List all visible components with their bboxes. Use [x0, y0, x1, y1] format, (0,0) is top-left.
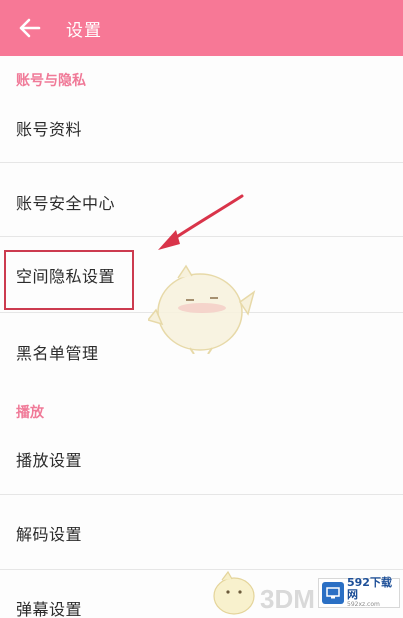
settings-item-label: 账号安全中心	[16, 194, 116, 213]
settings-item-label: 账号资料	[16, 120, 83, 139]
site-badge-text: 592下载网 592xz.com	[347, 577, 399, 609]
app-bar: 设置	[0, 0, 403, 56]
divider	[0, 494, 403, 495]
settings-item-label: 播放设置	[16, 451, 83, 470]
section-header-account-privacy: 账号与隐私	[16, 73, 86, 89]
site-logo-icon	[322, 582, 344, 604]
arrow-left-icon	[19, 18, 41, 38]
settings-item-account-profile[interactable]: 账号资料	[0, 103, 403, 153]
settings-item-label: 黑名单管理	[16, 344, 99, 363]
page-title: 设置	[66, 20, 102, 41]
site-badge-sub: 592xz.com	[347, 601, 380, 608]
highlight-box	[4, 250, 134, 310]
mascot-watermark-icon	[148, 264, 256, 354]
settings-item-label: 解码设置	[16, 525, 83, 544]
divider	[0, 569, 403, 570]
divider	[0, 162, 403, 163]
site-watermark-3dm: 3DM	[260, 584, 315, 614]
site-badge-main: 592下载网	[347, 576, 392, 601]
settings-item-decoding[interactable]: 解码设置	[0, 508, 403, 558]
site-watermark-592: 592下载网 592xz.com	[318, 577, 400, 609]
monitor-icon	[326, 587, 340, 599]
section-header-playback: 播放	[16, 405, 44, 421]
back-button[interactable]	[0, 0, 60, 56]
mascot-small-watermark-icon	[213, 570, 255, 615]
settings-item-label: 弹幕设置	[16, 600, 83, 618]
pointer-arrow-icon	[158, 194, 244, 250]
settings-item-playback[interactable]: 播放设置	[0, 434, 403, 484]
settings-screen: 设置 账号与隐私 账号资料 账号安全中心 空间隐私设置 黑名单管理 播放 播放设…	[0, 0, 403, 618]
